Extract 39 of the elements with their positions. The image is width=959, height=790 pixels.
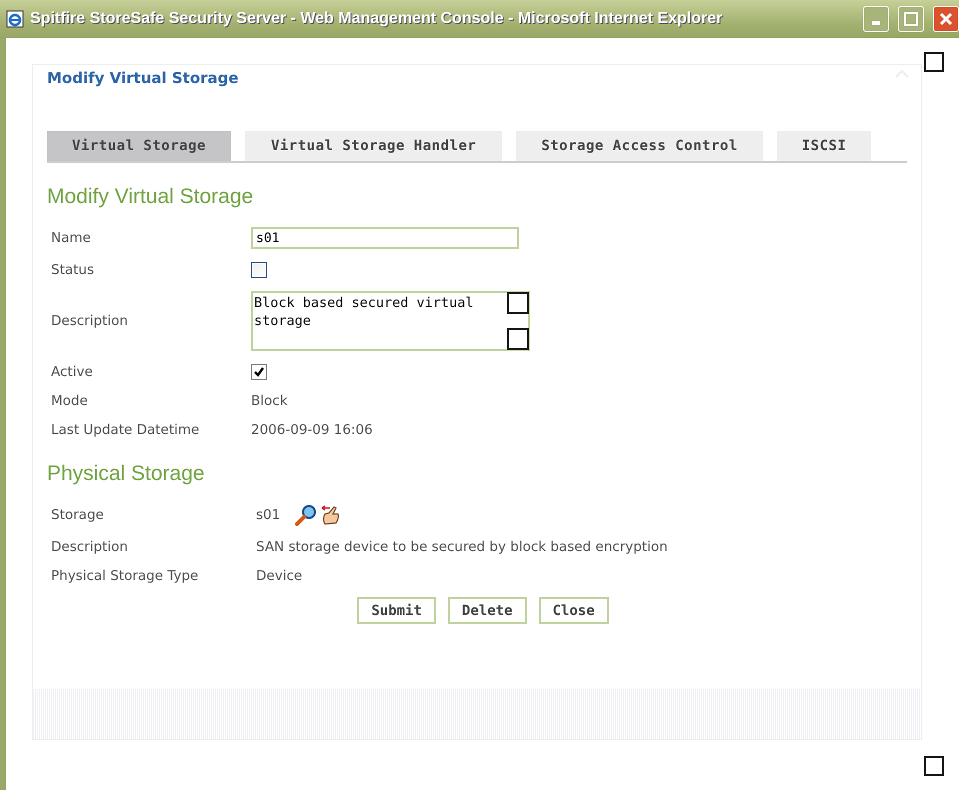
close-icon [939, 12, 953, 26]
tab[interactable]: ISCSI [776, 131, 872, 161]
tab[interactable]: Storage Access Control [516, 131, 763, 161]
maximize-icon [904, 12, 918, 26]
field-label: Description [51, 313, 129, 329]
window-title: Spitfire StoreSafe Security Server - Web Management Console - Microsoft Internet Explorer [30, 10, 724, 28]
close-button[interactable] [933, 6, 959, 32]
field-label: Physical Storage Type [51, 568, 200, 584]
description-field[interactable]: Block based secured virtual storage [251, 291, 530, 351]
field-label: Last Update Datetime [51, 422, 200, 438]
form-button[interactable]: Delete [448, 597, 526, 624]
tab[interactable]: Virtual Storage [47, 131, 231, 161]
field-label: Active [51, 364, 94, 380]
field-value: s01 [256, 507, 280, 523]
scroll-down-button[interactable] [507, 328, 529, 350]
minimize-icon [872, 21, 880, 25]
field-label: Name [51, 230, 92, 246]
field-value: Device [255, 568, 304, 584]
tab[interactable]: Virtual Storage Handler [244, 131, 502, 161]
scroll-up-button[interactable] [507, 292, 529, 314]
form-button[interactable]: Submit [357, 597, 436, 624]
checkbox[interactable] [251, 262, 267, 278]
checkbox[interactable] [251, 364, 267, 380]
field-value: Block [251, 393, 289, 409]
scroll-button[interactable] [924, 756, 944, 776]
scroll-button[interactable] [924, 52, 944, 72]
section-heading: Modify Virtual Storage [47, 185, 254, 209]
field-label: Mode [51, 393, 89, 409]
search-icon[interactable] [294, 504, 318, 526]
browser-icon [6, 10, 24, 28]
field-label: Status [51, 262, 96, 278]
name-field[interactable]: s01 [251, 227, 519, 249]
panel-title: Modify Virtual Storage [47, 69, 239, 89]
field-label: Description [51, 539, 129, 555]
field-value: 2006-09-09 16:06 [251, 422, 374, 438]
form-button[interactable]: Close [538, 597, 609, 624]
field-value: SAN storage device to be secured by block based encryption [255, 539, 669, 555]
section-heading: Physical Storage [47, 462, 206, 486]
field-label: Storage [51, 507, 105, 523]
